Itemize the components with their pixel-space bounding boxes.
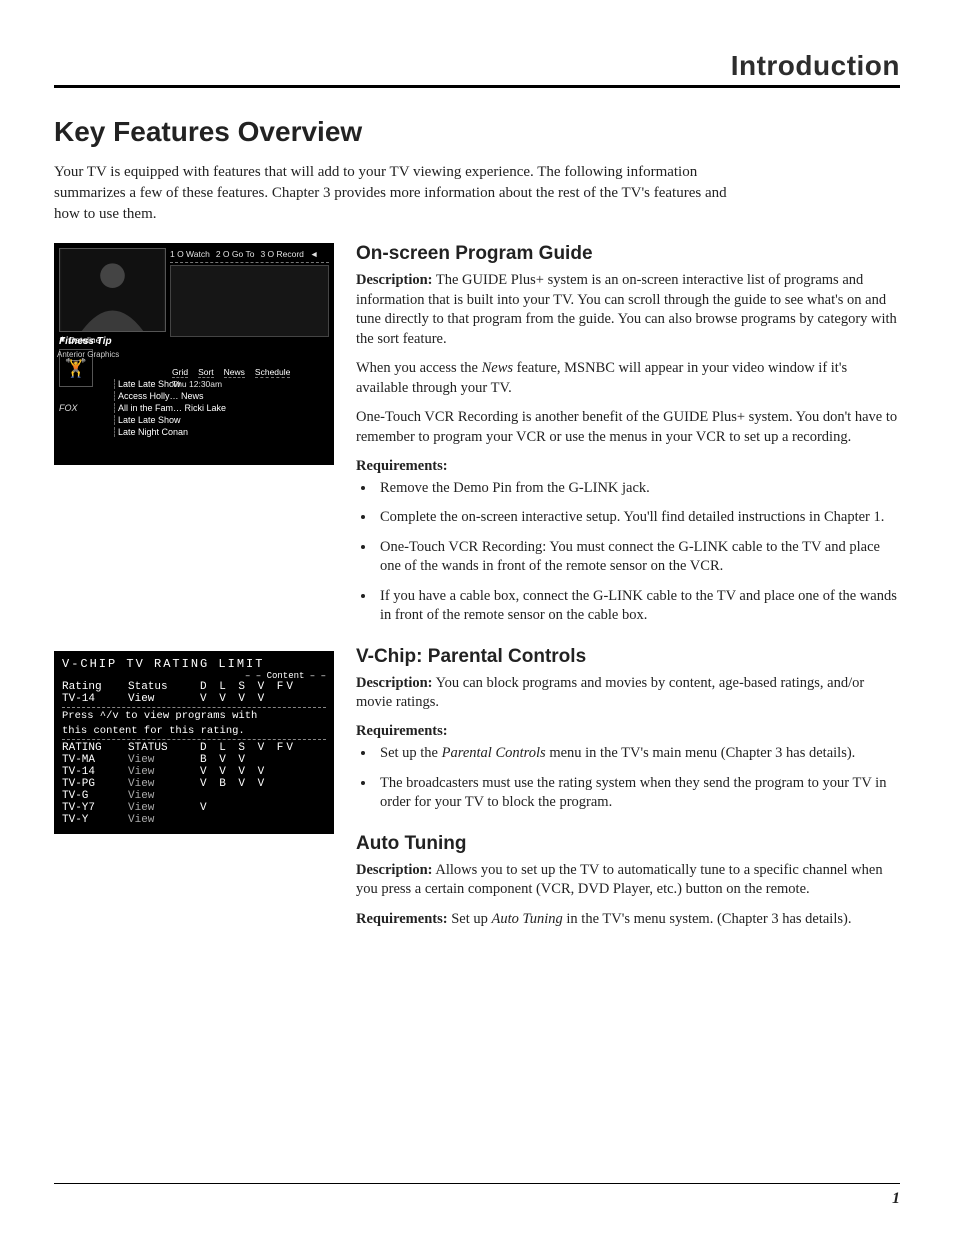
auto-desc-text: Allows you to set up the TV to automatic… [356,862,883,898]
vchip-col-rating: RATING [62,742,128,754]
guide-row-channel [59,427,114,437]
vchip-msg-2: this content for this rating. [62,725,326,738]
guide-req-item: Complete the on-screen interactive setup… [376,508,900,528]
guide-header-goto: 2 O Go To [216,249,255,259]
vchip-col-flags: D L S V FV [200,742,326,754]
guide-row-channel [59,379,114,389]
desc-label: Description: [356,675,433,691]
guide-header-record: 3 O Record [260,249,303,259]
guide-header-watch: 1 O Watch [170,249,210,259]
remote-icon: ◄ [310,249,318,259]
intro-paragraph: Your TV is equipped with features that w… [54,162,744,225]
vchip-data-row: TV-YView [62,814,326,826]
req-label-inline: Requirements: [356,911,448,927]
vchip-data-row: TV-Y7View V [62,802,326,814]
vchip-title: V-CHIP TV RATING LIMIT [62,657,326,671]
vchip-heading: V-Chip: Parental Controls [356,646,900,668]
guide-desc-2: When you access the News feature, MSNBC … [356,359,900,398]
guide-grid-rows: Late Late Show Access Holly… News FOX Al… [59,378,329,438]
guide-row: Late Late Show [59,378,329,390]
desc-label: Description: [356,272,433,288]
guide-video-window [59,248,166,332]
auto-desc: Description: Allows you to set up the TV… [356,861,900,900]
guide-req-item: Remove the Demo Pin from the G-LINK jack… [376,479,900,499]
desc-label: Description: [356,862,433,878]
guide-row-program: All in the Fam… Ricki Lake [114,403,329,413]
guide-screenshot: ✦ Dateline Anterior Graphics Fitness Tip… [54,243,334,465]
guide-desc-1: Description: The GUIDE Plus+ system is a… [356,271,900,349]
guide-tabs: Grid Sort News Schedule [172,367,329,378]
vchip-current-row: TV-14 View V V V V [62,693,326,705]
vchip-cur-status: View [128,693,200,705]
guide-header-row: 1 O Watch 2 O Go To 3 O Record ◄ [170,248,329,260]
guide-req-label: Requirements: [356,458,900,475]
vchip-data-row: TV-PGViewV B V V [62,778,326,790]
guide-tab-grid: Grid [172,367,188,378]
guide-video-label: ✦ Dateline [59,334,100,345]
guide-row-channel [59,415,114,425]
vchip-content-label: – – Content – – [62,671,326,681]
vchip-data-row: TV-14ViewV V V V [62,766,326,778]
guide-row-program: Access Holly… News [114,391,329,401]
vchip-data-row: TV-MAView B V V [62,754,326,766]
guide-row: FOX All in the Fam… Ricki Lake [59,402,329,414]
vchip-screenshot: V-CHIP TV RATING LIMIT – – Content – – R… [54,651,334,834]
guide-row-program: Late Late Show [114,379,329,389]
guide-desc-3: One-Touch VCR Recording is another benef… [356,408,900,447]
guide-req-list: Remove the Demo Pin from the G-LINK jack… [356,479,900,626]
guide-tab-news: News [224,367,245,378]
auto-req: Requirements: Set up Auto Tuning in the … [356,910,900,930]
section-label: Introduction [54,50,900,88]
vchip-col-flags: D L S V FV [200,681,326,693]
person-icon [60,249,165,331]
guide-tab-sort: Sort [198,367,214,378]
guide-row-channel: FOX [59,403,114,413]
guide-heading: On-screen Program Guide [356,243,900,265]
info-icon: ✦ [59,334,66,345]
vchip-desc: Description: You can block programs and … [356,674,900,713]
guide-video-sublabel: Anterior Graphics [57,350,119,359]
vchip-req-list: Set up the Parental Controls menu in the… [356,744,900,813]
manual-page: Introduction Key Features Overview Your … [0,0,954,1240]
footer-rule [54,1183,900,1184]
guide-desc-1-text: The GUIDE Plus+ system is an on-screen i… [356,272,897,347]
vchip-data-rows: TV-MAView B V V TV-14ViewV V V V TV-PGVi… [62,754,326,826]
figures-column: ✦ Dateline Anterior Graphics Fitness Tip… [54,243,334,939]
guide-row-program: Late Night Conan [114,427,329,437]
guide-row: Late Late Show [59,414,329,426]
vchip-req-label: Requirements: [356,723,900,740]
guide-row-program: Late Late Show [114,415,329,425]
vchip-col-rating: Rating [62,681,128,693]
guide-req-item: One-Touch VCR Recording: You must connec… [376,538,900,577]
text-column: On-screen Program Guide Description: The… [356,243,900,939]
vchip-msg-1: Press ^/v to view programs with [62,710,326,723]
guide-row-channel [59,391,114,401]
vchip-req-item: Set up the Parental Controls menu in the… [376,744,900,764]
vchip-cur-flags: V V V V [200,693,326,705]
vchip-header2-row: RATING STATUS D L S V FV [62,742,326,754]
auto-heading: Auto Tuning [356,833,900,855]
guide-req-item: If you have a cable box, connect the G-L… [376,587,900,626]
guide-row: Access Holly… News [59,390,329,402]
vchip-data-row: TV-GView [62,790,326,802]
guide-video-label-text: Dateline [69,335,100,345]
vchip-col-status: STATUS [128,742,200,754]
page-title: Key Features Overview [54,116,900,148]
guide-tab-schedule: Schedule [255,367,290,378]
content-columns: ✦ Dateline Anterior Graphics Fitness Tip… [54,243,900,939]
guide-row: Late Night Conan [59,426,329,438]
vchip-desc-text: You can block programs and movies by con… [356,675,864,711]
guide-info-box [170,265,329,337]
vchip-col-status: Status [128,681,200,693]
vchip-cur-rating: TV-14 [62,693,128,705]
vchip-req-item: The broadcasters must use the rating sys… [376,774,900,813]
vchip-header-row: Rating Status D L S V FV [62,681,326,693]
page-number: 1 [892,1190,900,1208]
